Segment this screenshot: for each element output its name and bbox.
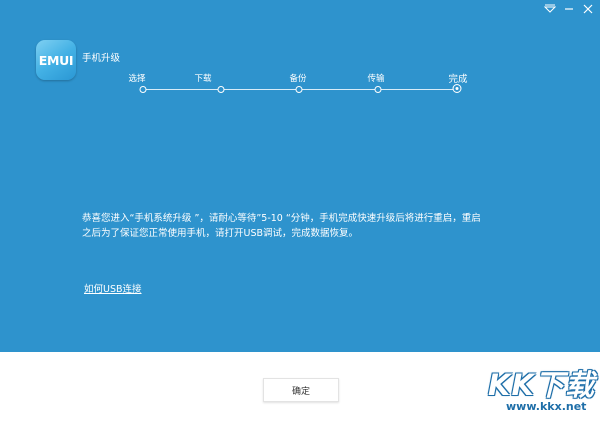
confirm-button[interactable]: 确定: [263, 378, 339, 402]
step-label: 完成: [448, 74, 468, 85]
step-label: 选择: [128, 74, 146, 84]
dropdown-icon[interactable]: [544, 3, 556, 15]
logo-text: EMUI: [38, 52, 74, 68]
step-label: 下载: [194, 74, 212, 84]
watermark-logo: KK下载: [488, 368, 595, 402]
step-dot: [217, 86, 225, 93]
step-dot: [295, 86, 303, 93]
upgrade-window: EMUI 手机升级 选择 下载 备份 传输 完成 恭喜您进入“手机系统升级 ”，…: [0, 0, 600, 429]
upgrade-message: 恭喜您进入“手机系统升级 ”，请耐心等待”5-10 “分钟，手机完成快速升级后将…: [82, 211, 532, 241]
step-dot: [374, 86, 382, 93]
app-title: 手机升级: [82, 53, 121, 64]
main-panel: EMUI 手机升级 选择 下载 备份 传输 完成 恭喜您进入“手机系统升级 ”，…: [0, 0, 600, 352]
step-dot: [139, 86, 147, 93]
window-controls: [544, 3, 594, 15]
watermark-url: www.kkx.net: [506, 400, 587, 413]
message-line: 之后为了保证您正常使用手机，请打开USB调试，完成数据恢复。: [82, 228, 359, 239]
step-dot-current: [452, 84, 462, 93]
minimize-icon[interactable]: [563, 3, 575, 15]
usb-connection-link[interactable]: 如何USB连接: [84, 281, 142, 295]
close-icon[interactable]: [582, 3, 594, 15]
step-label: 备份: [289, 74, 307, 84]
step-label: 传输: [367, 74, 385, 84]
emui-logo: EMUI: [36, 40, 76, 80]
message-line: 恭喜您进入“手机系统升级 ”，请耐心等待”5-10 “分钟，手机完成快速升级后将…: [82, 213, 481, 224]
